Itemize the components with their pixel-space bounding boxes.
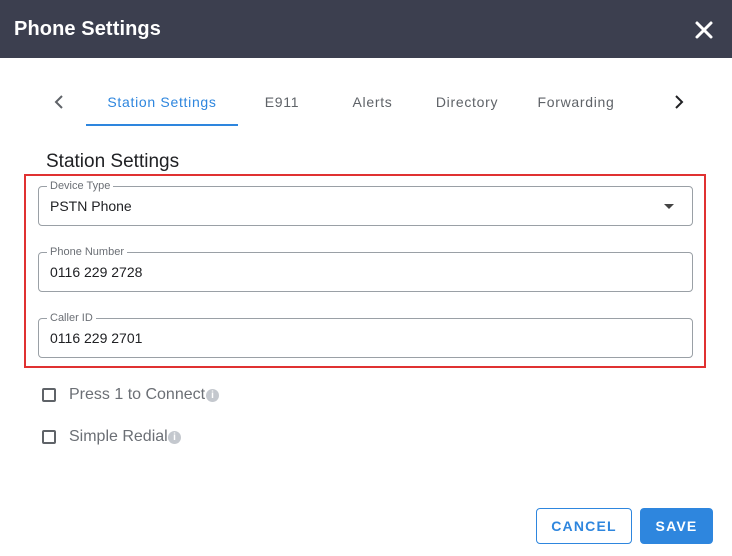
phone-number-field[interactable]: Phone Number 0116 229 2728 <box>38 245 693 292</box>
phone-settings-dialog: Phone Settings Station Settings E911 Ale… <box>0 0 732 556</box>
tab-alerts[interactable]: Alerts <box>336 78 409 126</box>
caller-id-label: Caller ID <box>47 311 96 325</box>
active-tab-indicator <box>86 124 238 126</box>
press-1-to-connect-label: Press 1 to Connect <box>69 386 206 403</box>
section-title: Station Settings <box>46 151 180 172</box>
simple-redial-checkbox[interactable] <box>42 430 56 444</box>
phone-number-label: Phone Number <box>47 245 127 259</box>
device-type-value: PSTN Phone <box>50 198 132 214</box>
caret-down-icon[interactable] <box>664 204 674 209</box>
device-type-label: Device Type <box>47 179 114 193</box>
tab-station-settings[interactable]: Station Settings <box>86 78 238 126</box>
dialog-title: Phone Settings <box>14 18 161 40</box>
info-icon[interactable]: i <box>206 389 219 402</box>
dialog-header: Phone Settings <box>0 0 732 58</box>
simple-redial-option[interactable]: Simple Redial i <box>42 426 192 448</box>
tab-e911[interactable]: E911 <box>249 78 315 126</box>
phone-number-value: 0116 229 2728 <box>50 264 143 280</box>
info-icon[interactable]: i <box>168 431 181 444</box>
press-1-to-connect-checkbox[interactable] <box>42 388 56 402</box>
tab-directory[interactable]: Directory <box>420 78 514 126</box>
tab-list: Station Settings E911 Alerts Directory F… <box>86 78 652 126</box>
chevron-left-icon[interactable] <box>50 90 70 114</box>
simple-redial-label: Simple Redial <box>69 428 168 445</box>
tab-forwarding[interactable]: Forwarding <box>524 78 628 126</box>
tab-partial[interactable]: C <box>646 78 652 126</box>
device-type-select[interactable]: Device Type PSTN Phone <box>38 179 693 226</box>
save-button[interactable]: SAVE <box>640 508 713 544</box>
tab-bar: Station Settings E911 Alerts Directory F… <box>40 78 700 126</box>
close-icon[interactable] <box>692 18 716 42</box>
cancel-button[interactable]: CANCEL <box>536 508 632 544</box>
caller-id-field[interactable]: Caller ID 0116 229 2701 <box>38 311 693 358</box>
press-1-to-connect-option[interactable]: Press 1 to Connect i <box>42 384 232 406</box>
caller-id-value: 0116 229 2701 <box>50 330 143 346</box>
chevron-right-icon[interactable] <box>668 90 688 114</box>
